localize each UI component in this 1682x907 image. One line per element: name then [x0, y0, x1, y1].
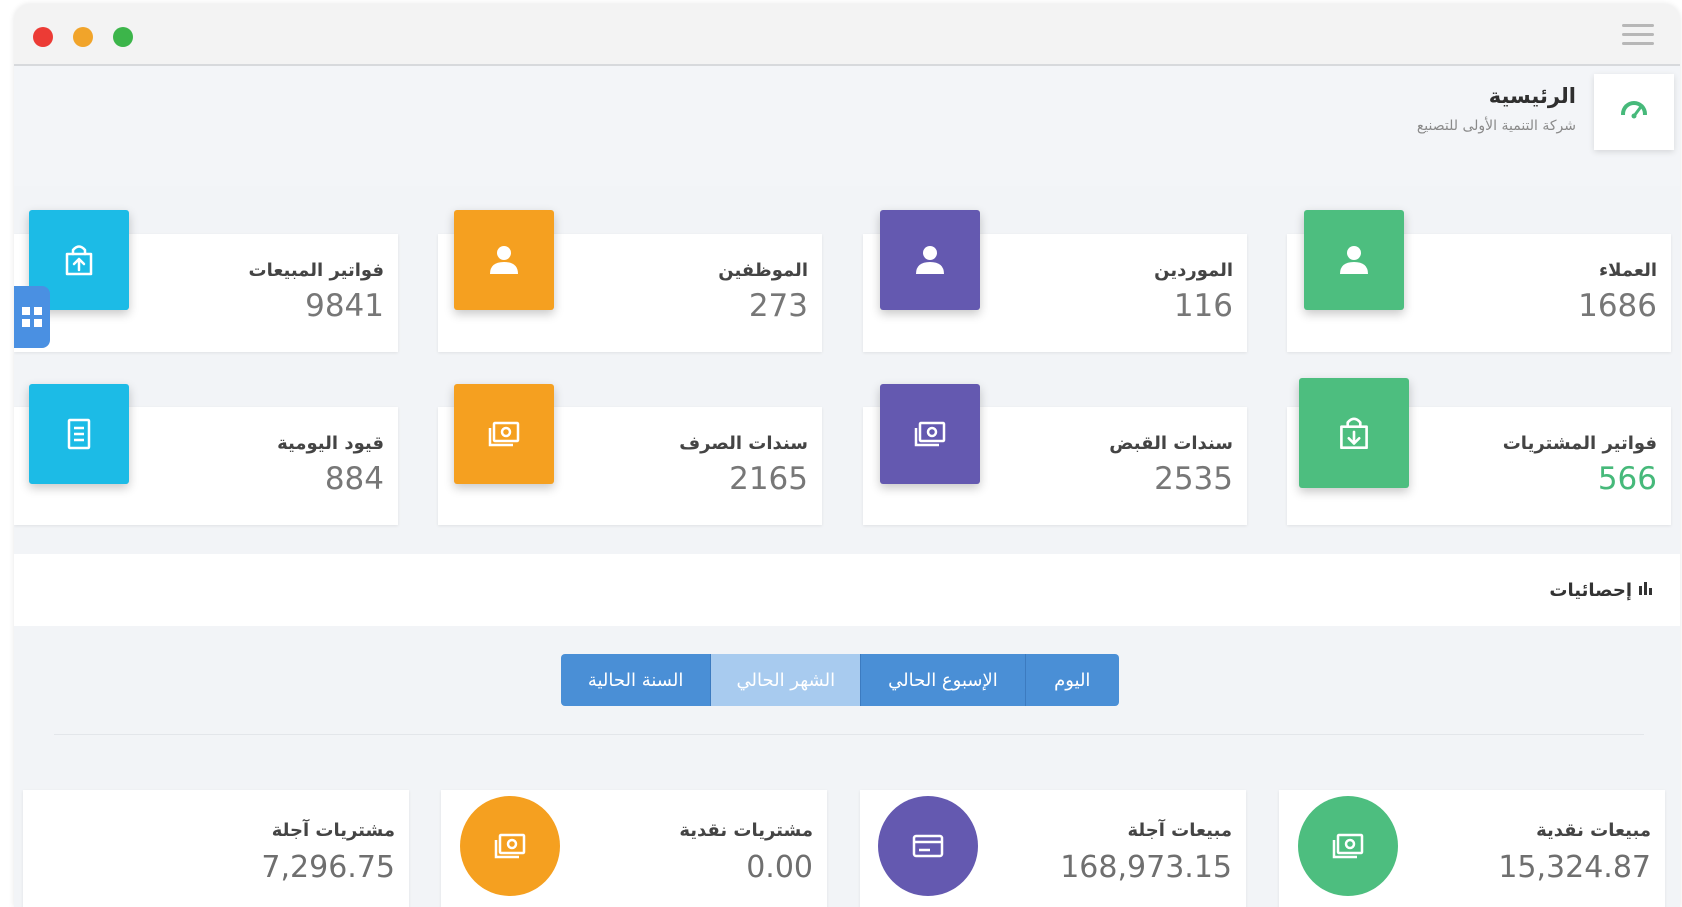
statistics-title: إحصائيات — [1549, 580, 1654, 601]
card-label: مشتريات نقدية — [679, 820, 813, 841]
apps-grid-toggle[interactable] — [14, 286, 50, 348]
bar-chart-icon — [1638, 580, 1654, 601]
user-icon — [1304, 210, 1404, 310]
card-value: 884 — [324, 461, 384, 497]
credit-card-icon — [878, 796, 978, 896]
company-name: شركة التنمية الأولى للتصنيع — [1416, 118, 1576, 134]
card-label: مشتريات آجلة — [271, 820, 395, 841]
tab-current-year[interactable]: السنة الحالية — [561, 654, 711, 706]
maximize-window-button[interactable] — [113, 27, 133, 47]
card-value: 566 — [1597, 461, 1657, 497]
period-tabs: اليوم الإسبوع الحالي الشهر الحالي السنة … — [561, 654, 1119, 706]
section-divider — [54, 734, 1644, 735]
card-label: سندات الصرف — [679, 433, 808, 454]
cash-icon — [460, 796, 560, 896]
card-value: 1686 — [1578, 288, 1657, 324]
card-label: مبيعات نقدية — [1536, 820, 1651, 841]
card-value: 273 — [748, 288, 808, 324]
card-value: 15,324.87 — [1498, 850, 1651, 885]
card-label: مبيعات آجلة — [1127, 820, 1232, 841]
card-value: 168,973.15 — [1060, 850, 1232, 885]
statistics-title-text: إحصائيات — [1549, 580, 1632, 601]
card-value: 0.00 — [746, 850, 813, 885]
close-window-button[interactable] — [33, 27, 53, 47]
minimize-window-button[interactable] — [73, 27, 93, 47]
tab-today[interactable]: اليوم — [1024, 654, 1119, 706]
card-label: سندات القبض — [1109, 433, 1233, 454]
page-header: الرئيسية شركة التنمية الأولى للتصنيع — [14, 66, 1680, 186]
card-value: 2165 — [729, 461, 808, 497]
tab-current-week[interactable]: الإسبوع الحالي — [860, 654, 1025, 706]
card-value: 116 — [1173, 288, 1233, 324]
cash-icon — [454, 384, 554, 484]
card-label: العملاء — [1598, 260, 1657, 281]
credit-purchases-card[interactable]: مشتريات آجلة 7,296.75 — [23, 790, 409, 907]
user-icon — [454, 210, 554, 310]
title-bar — [14, 4, 1680, 66]
page-title: الرئيسية — [1488, 84, 1576, 108]
card-label: فواتير المشتريات — [1502, 433, 1657, 454]
card-value: 2535 — [1154, 461, 1233, 497]
hamburger-menu-icon[interactable] — [1622, 24, 1654, 46]
card-label: فواتير المبيعات — [248, 260, 384, 281]
cash-icon — [1298, 796, 1398, 896]
card-label: الموظفين — [718, 260, 808, 281]
card-label: قيود اليومية — [277, 433, 384, 454]
cash-icon — [880, 384, 980, 484]
card-label: الموردين — [1154, 260, 1233, 281]
user-icon — [880, 210, 980, 310]
card-value: 7,296.75 — [261, 850, 395, 885]
bag-download-icon — [1299, 378, 1409, 488]
tab-current-month[interactable]: الشهر الحالي — [710, 654, 861, 706]
app-window: الرئيسية شركة التنمية الأولى للتصنيع الع… — [14, 4, 1680, 907]
statistics-header: إحصائيات — [14, 554, 1680, 626]
card-value: 9841 — [305, 288, 384, 324]
document-icon — [29, 384, 129, 484]
dashboard-icon — [1594, 74, 1674, 150]
